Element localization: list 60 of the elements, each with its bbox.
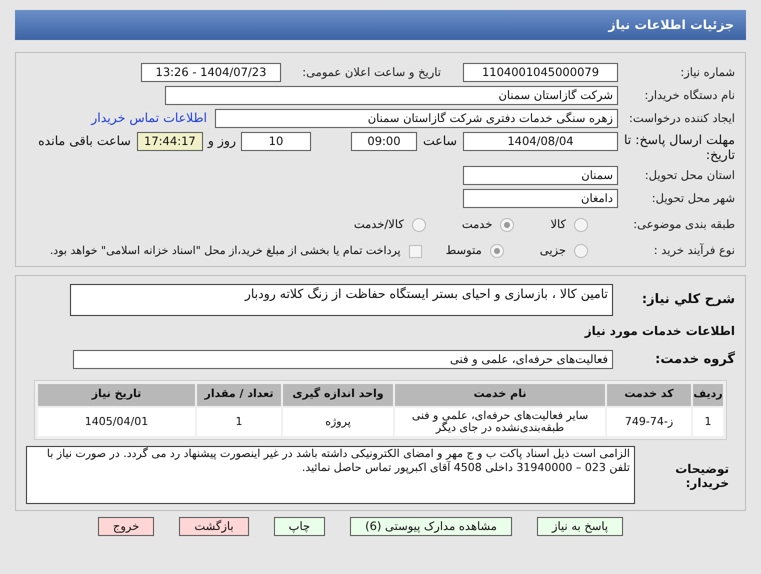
field-label: توضیحات خریدار: <box>674 460 730 490</box>
text-field[interactable]: زهره سنگی خدمات دفتری شرکت گازاستان سمنان <box>215 109 618 128</box>
field-label: ساعت باقی مانده <box>38 132 131 150</box>
table-cell: 1 <box>197 408 281 436</box>
column-header: تعداد / مقدار <box>197 384 281 406</box>
field-label: ایجاد کننده درخواست: <box>628 110 735 127</box>
column-header: نام خدمت <box>395 384 605 406</box>
text-field[interactable]: شرکت گازاستان سمنان <box>165 86 618 105</box>
radio-label: جزیی <box>540 242 566 260</box>
table-cell: ز-74-749 <box>607 408 691 436</box>
text-field[interactable]: 09:00 <box>351 132 417 151</box>
field-label: نام دستگاه خریدار: <box>643 86 735 104</box>
table-cell: 1 <box>693 408 723 436</box>
field-label: مهلت ارسال پاسخ: تا تاریخ: <box>623 132 735 162</box>
checkbox[interactable] <box>408 244 422 258</box>
radio-button[interactable] <box>490 244 504 258</box>
column-header: واحد اندازه گیری <box>283 384 393 406</box>
action-button[interactable]: پاسخ به نیاز <box>536 516 624 536</box>
field-label: شرح کلي نیاز: <box>640 291 735 309</box>
radio-label: کالا <box>550 216 566 234</box>
action-button[interactable]: چاپ <box>274 516 326 536</box>
text-field[interactable]: 1404/07/23 - 13:26 <box>141 63 281 82</box>
text-area[interactable]: الزامی است ذیل اسناد پاکت ب و ج مهر و امضای الکترونیکی داشته باشد در غیر اینصورت پیشنهاد رد می گردد. در صورت نیاز با تلفن 023 – 31940000 داخلی 4508 آقای اکبرپور تماس حاصل نمائید. <box>26 446 635 504</box>
contact-link[interactable]: اطلاعات تماس خریدار <box>91 109 207 128</box>
text-area[interactable]: تامین کالا ، بازسازی و احیای بستر ایستگاه حفاظت از زنگ کلاته رودبار <box>70 284 613 316</box>
table-cell: 1405/04/01 <box>38 408 195 436</box>
column-header: کد خدمت <box>607 384 691 406</box>
text-field[interactable]: 1104001045000079 <box>463 63 618 82</box>
table-cell: سایر فعالیت‌های حرفه‌ای، علمی و فنی طبقه‌بندی‌نشده در جای دیگر <box>395 408 605 436</box>
text-field[interactable]: فعالیت‌های حرفه‌ای، علمی و فنی <box>73 350 613 370</box>
radio-label: متوسط <box>446 242 482 260</box>
field-label: نوع فرآیند خرید : <box>652 242 735 260</box>
field-label: شماره نیاز: <box>679 64 735 81</box>
page-title: جزئیات اطلاعات نیاز <box>608 16 734 34</box>
text-field[interactable]: سمنان <box>463 166 618 185</box>
action-button[interactable]: خروج <box>98 516 154 536</box>
field-label: گروه خدمت: <box>654 350 735 369</box>
field-label: استان محل تحویل: <box>644 166 735 184</box>
text-field[interactable]: 1404/08/04 <box>463 132 618 151</box>
radio-label: خدمت <box>462 216 492 234</box>
table-cell: پروژه <box>283 408 393 436</box>
text-field[interactable]: 17:44:17 <box>136 132 203 151</box>
radio-button[interactable] <box>574 218 588 232</box>
field-label: شهر محل تحویل: <box>650 190 735 207</box>
field-label: روز و <box>208 132 236 150</box>
column-header: تاریخ نیاز <box>38 384 195 406</box>
text-field[interactable]: 10 <box>241 132 311 151</box>
section-title: اطلاعات خدمات مورد نیاز <box>583 323 735 340</box>
action-button[interactable]: مشاهده مدارک پیوستی (6) <box>350 516 512 536</box>
radio-button[interactable] <box>412 218 426 232</box>
column-header: ردیف <box>693 384 723 406</box>
radio-label: کالا/خدمت <box>354 216 404 234</box>
text-field[interactable]: دامغان <box>463 189 618 208</box>
field-label: تاریخ و ساعت اعلان عمومی: <box>301 64 441 81</box>
radio-button[interactable] <box>500 218 514 232</box>
action-button[interactable]: بازگشت <box>179 516 249 536</box>
field-label: طبقه بندی موضوعی: <box>632 216 735 234</box>
radio-button[interactable] <box>574 244 588 258</box>
field-label: ساعت <box>423 132 457 150</box>
checkbox-label: پرداخت تمام یا بخشی از مبلغ خرید،از محل "اسناد خزانه اسلامی" خواهد بود. <box>50 242 401 259</box>
